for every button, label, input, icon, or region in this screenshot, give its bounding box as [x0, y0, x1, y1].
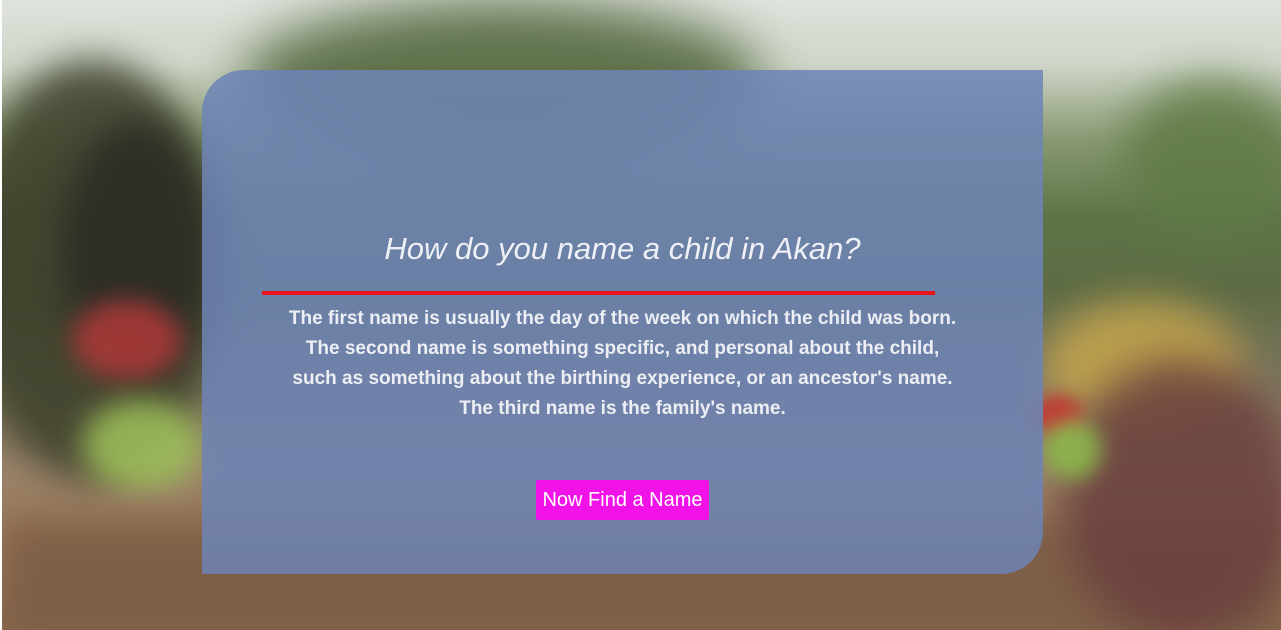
photo-region — [1042, 420, 1102, 480]
title-divider — [262, 291, 935, 295]
description-line: The second name is something specific, a… — [305, 338, 940, 359]
find-name-button[interactable]: Now Find a Name — [536, 480, 709, 520]
description-line: The third name is the family's name. — [459, 398, 786, 419]
card-description: The first name is usually the day of the… — [242, 304, 1003, 424]
description-line: such as something about the birthing exp… — [292, 368, 953, 389]
description-line: The first name is usually the day of the… — [288, 308, 957, 329]
info-card: How do you name a child in Akan? The fir… — [202, 70, 1043, 574]
card-title: How do you name a child in Akan? — [384, 231, 861, 266]
photo-region — [72, 300, 182, 380]
photo-region — [1122, 80, 1281, 240]
photo-region — [82, 400, 202, 490]
